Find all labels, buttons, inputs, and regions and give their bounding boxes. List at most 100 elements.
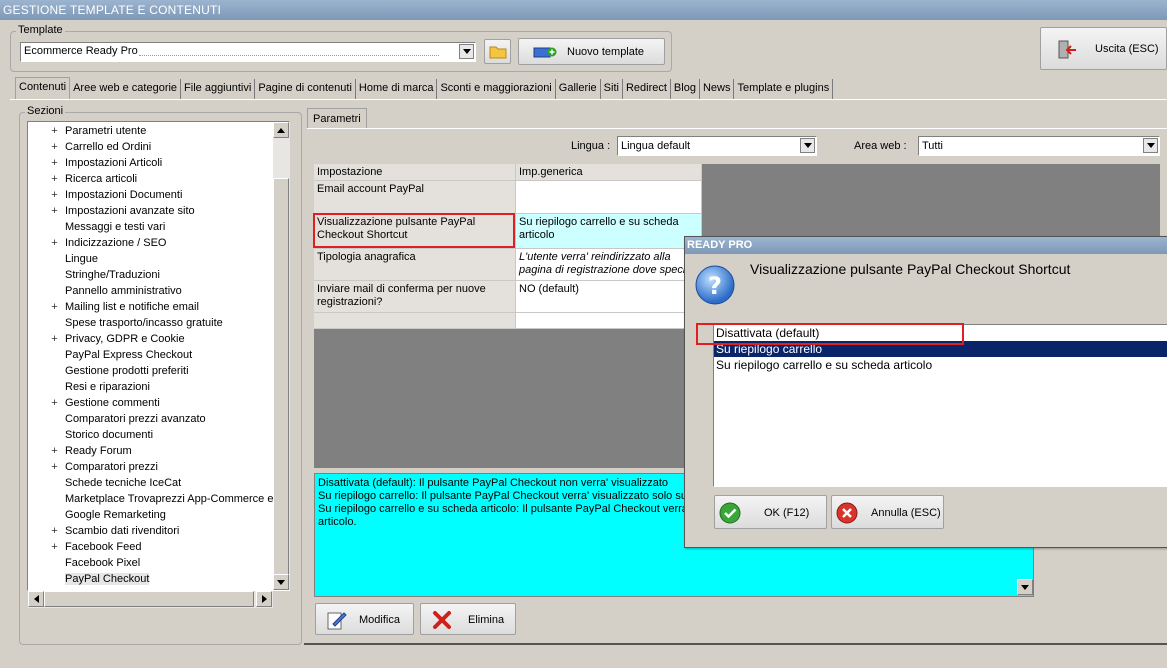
tree-item[interactable]: Schede tecniche IceCat <box>28 475 289 491</box>
tab-sconti[interactable]: Sconti e maggiorazioni <box>437 79 556 99</box>
tree-item[interactable]: Pannello amministrativo <box>28 283 289 299</box>
tree-item[interactable]: + Carrello ed Ordini <box>28 139 289 155</box>
template-select[interactable]: Ecommerce Ready Pro <box>20 42 476 62</box>
tree-item[interactable]: + Gestione commenti <box>28 395 289 411</box>
grid-row-value[interactable]: L'utente verra' reindirizzato alla pagin… <box>516 249 702 281</box>
tab-news[interactable]: News <box>700 79 735 99</box>
tab-file-aggiuntivi[interactable]: File aggiuntivi <box>181 79 256 99</box>
exit-button[interactable]: Uscita (ESC) <box>1040 27 1167 70</box>
tree-item-label: Google Remarketing <box>65 509 166 521</box>
tree-item[interactable]: + Comparatori prezzi <box>28 459 289 475</box>
grid-row-value[interactable] <box>516 181 702 214</box>
expand-icon[interactable]: + <box>50 395 59 411</box>
chevron-down-icon[interactable] <box>459 44 474 59</box>
language-select[interactable]: Lingua default <box>617 136 817 156</box>
grid-row-setting[interactable]: Email account PayPal <box>314 181 516 214</box>
expand-icon[interactable]: + <box>50 123 59 139</box>
sections-vscrollbar[interactable] <box>273 122 290 590</box>
exit-label: Uscita (ESC) <box>1095 43 1159 55</box>
area-select[interactable]: Tutti <box>918 136 1160 156</box>
tree-item[interactable]: PayPal Checkout <box>28 571 289 587</box>
expand-icon[interactable]: + <box>50 187 59 203</box>
scroll-thumb[interactable] <box>273 178 289 578</box>
tree-item[interactable]: Stringhe/Traduzioni <box>28 267 289 283</box>
expand-icon[interactable]: + <box>50 299 59 315</box>
tree-item[interactable]: Facebook Pixel <box>28 555 289 571</box>
tree-item[interactable]: Comparatori prezzi avanzato <box>28 411 289 427</box>
expand-icon[interactable]: + <box>50 235 59 251</box>
expand-icon[interactable]: + <box>50 139 59 155</box>
scroll-down-button[interactable] <box>273 574 289 590</box>
tree-item[interactable]: + Impostazioni avanzate sito <box>28 203 289 219</box>
tree-item[interactable]: + Scambio dati rivenditori <box>28 523 289 539</box>
hscroll-thumb[interactable] <box>44 591 254 607</box>
tree-item[interactable]: + Indicizzazione / SEO <box>28 235 289 251</box>
tab-gallerie[interactable]: Gallerie <box>556 79 601 99</box>
language-value: Lingua default <box>621 140 691 152</box>
grid-row-value[interactable]: NO (default) <box>516 281 702 313</box>
tree-item-label: Facebook Pixel <box>65 557 141 569</box>
expand-icon[interactable]: + <box>50 443 59 459</box>
new-template-button[interactable]: Nuovo template <box>518 38 665 65</box>
dialog-options-list[interactable]: Disattivata (default) Su riepilogo carre… <box>713 324 1167 487</box>
chevron-down-icon[interactable] <box>1143 138 1158 153</box>
tree-item[interactable]: Marketplace Trovaprezzi App-Commerce e K… <box>28 491 289 507</box>
sections-hscrollbar[interactable] <box>28 591 273 608</box>
scroll-right-button[interactable] <box>256 591 272 607</box>
tree-item[interactable]: + Facebook Feed <box>28 539 289 555</box>
tree-item[interactable]: Google Remarketing <box>28 507 289 523</box>
tree-item-label: Pannello amministrativo <box>65 285 182 297</box>
tab-pagine-contenuti[interactable]: Pagine di contenuti <box>255 79 356 99</box>
tab-template-plugins[interactable]: Template e plugins <box>734 79 834 99</box>
delete-button[interactable]: Elimina <box>420 603 516 635</box>
cancel-button[interactable]: Annulla (ESC) <box>831 495 944 529</box>
tree-item[interactable]: Messaggi e testi vari <box>28 219 289 235</box>
expand-icon[interactable]: + <box>50 539 59 555</box>
expand-icon[interactable]: + <box>50 155 59 171</box>
ok-button[interactable]: OK (F12) <box>714 495 827 529</box>
tree-item[interactable]: + Impostazioni Documenti <box>28 187 289 203</box>
tab-redirect[interactable]: Redirect <box>623 79 671 99</box>
col-header-setting: Impostazione <box>314 164 516 181</box>
tab-blog[interactable]: Blog <box>671 79 700 99</box>
tree-item[interactable]: + Ready Forum <box>28 443 289 459</box>
green-check-icon <box>719 502 741 524</box>
option-item[interactable]: Su riepilogo carrello e su scheda artico… <box>714 357 1167 373</box>
tree-item[interactable]: Storico documenti <box>28 427 289 443</box>
grid-row-value[interactable]: Su riepilogo carrello e su scheda artico… <box>516 214 702 249</box>
tree-item[interactable]: + Impostazioni Articoli <box>28 155 289 171</box>
sections-tree[interactable]: + Parametri utente + Carrello ed Ordini + Imp… <box>27 121 290 591</box>
grid-row-setting[interactable]: Inviare mail di conferma per nuove regis… <box>314 281 516 313</box>
tab-siti[interactable]: Siti <box>601 79 623 99</box>
tree-item[interactable]: + Mailing list e notifiche email <box>28 299 289 315</box>
expand-icon[interactable]: + <box>50 331 59 347</box>
chevron-down-icon[interactable] <box>800 138 815 153</box>
tree-item[interactable]: + Parametri utente <box>28 123 289 139</box>
highlight-box <box>313 213 515 248</box>
expand-icon[interactable]: + <box>50 171 59 187</box>
grid-row-setting[interactable]: Tipologia anagrafica <box>314 249 516 281</box>
scroll-left-button[interactable] <box>28 591 44 607</box>
modify-button[interactable]: Modifica <box>315 603 414 635</box>
tab-aree-web[interactable]: Aree web e categorie <box>70 79 182 99</box>
expand-icon[interactable]: + <box>50 523 59 539</box>
tree-item[interactable]: PayPal Express Checkout <box>28 347 289 363</box>
tree-item[interactable]: + Ricerca articoli <box>28 171 289 187</box>
tab-home-marca[interactable]: Home di marca <box>356 79 438 99</box>
description-scroll-down[interactable] <box>1017 579 1033 595</box>
open-folder-button[interactable] <box>484 39 511 64</box>
template-select-redacted <box>139 52 439 56</box>
tree-item[interactable]: Gestione prodotti preferiti <box>28 363 289 379</box>
tree-item[interactable]: Lingue <box>28 251 289 267</box>
tree-item-label: Impostazioni avanzate sito <box>65 205 195 217</box>
tab-parametri[interactable]: Parametri <box>307 108 367 128</box>
expand-icon[interactable]: + <box>50 459 59 475</box>
expand-icon[interactable]: + <box>50 203 59 219</box>
tree-item[interactable]: + Privacy, GDPR e Cookie <box>28 331 289 347</box>
tree-item[interactable]: Resi e riparazioni <box>28 379 289 395</box>
tree-item[interactable]: Spese trasporto/incasso gratuite <box>28 315 289 331</box>
scroll-up-button[interactable] <box>273 122 289 138</box>
tree-item-label: Mailing list e notifiche email <box>65 301 199 313</box>
tree-item-label: Ready Forum <box>65 445 132 457</box>
tab-contenuti[interactable]: Contenuti <box>15 77 71 99</box>
